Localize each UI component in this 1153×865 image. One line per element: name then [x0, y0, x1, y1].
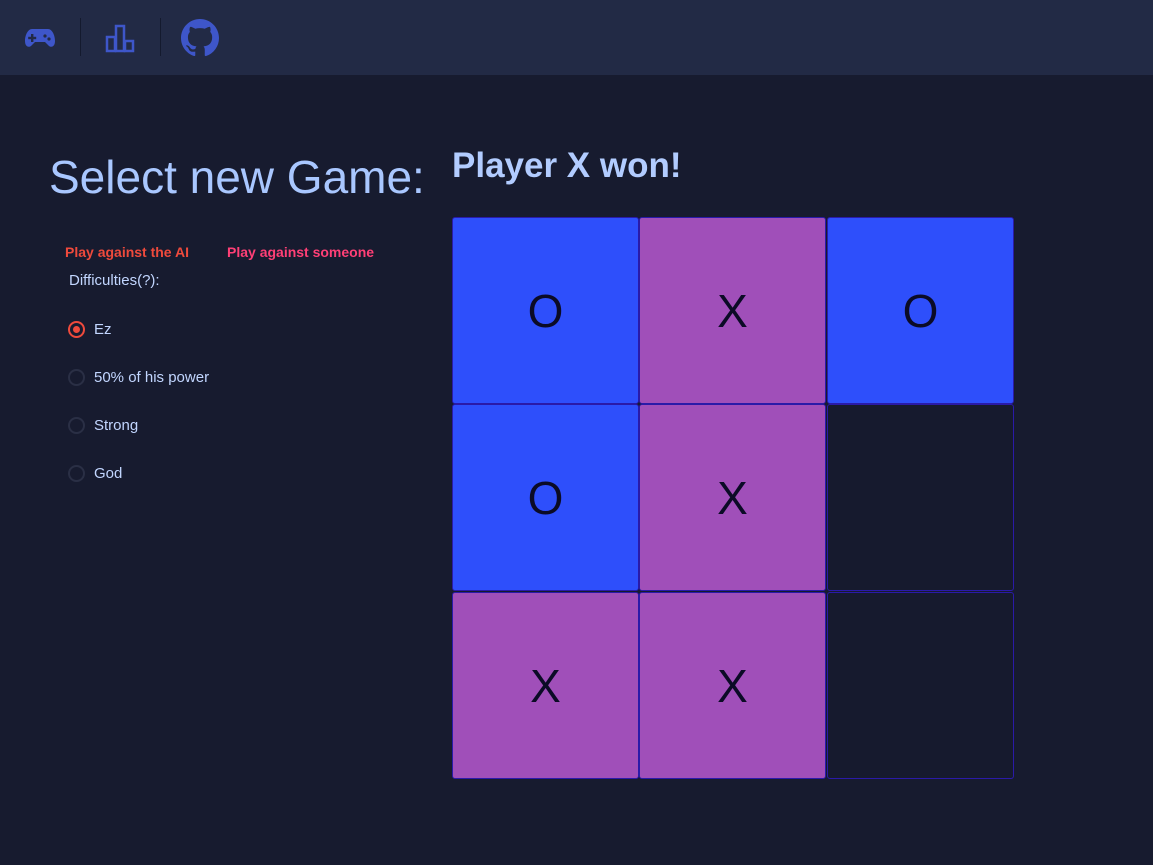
play-against-ai-link[interactable]: Play against the AI — [65, 244, 189, 260]
gamepad-icon[interactable] — [20, 18, 60, 58]
difficulty-option-ez[interactable]: Ez — [68, 318, 112, 340]
game-status: Player X won! — [452, 146, 682, 185]
board-cell[interactable]: O — [452, 217, 639, 404]
radio-button[interactable] — [68, 416, 85, 434]
nav-separator — [160, 18, 161, 56]
board-cell[interactable]: O — [827, 217, 1014, 404]
difficulties-label: Difficulties(?): — [69, 272, 160, 289]
difficulty-label: Ez — [94, 320, 112, 338]
board-cell[interactable] — [827, 592, 1014, 779]
difficulty-label: God — [94, 464, 123, 482]
difficulty-option-strong[interactable]: Strong — [68, 414, 138, 436]
game-board: O X O O X X X — [452, 217, 1014, 779]
nav-separator — [80, 18, 81, 56]
top-navbar — [0, 0, 1153, 75]
radio-button[interactable] — [68, 464, 85, 482]
board-cell[interactable]: X — [639, 217, 826, 404]
difficulty-option-god[interactable]: God — [68, 462, 122, 484]
difficulty-label: 50% of his power — [94, 368, 210, 386]
select-game-title: Select new Game: — [49, 151, 425, 203]
difficulty-option-50-percent[interactable]: 50% of his power — [68, 366, 209, 388]
board-cell[interactable]: X — [639, 404, 826, 591]
board-cell[interactable] — [827, 404, 1014, 591]
github-icon[interactable] — [180, 18, 220, 58]
board-cell[interactable]: X — [639, 592, 826, 779]
play-against-someone-link[interactable]: Play against someone — [227, 244, 374, 260]
difficulty-label: Strong — [94, 416, 139, 434]
radio-button[interactable] — [68, 320, 85, 338]
board-cell[interactable]: X — [452, 592, 639, 779]
leaderboard-icon[interactable] — [100, 18, 140, 58]
radio-button[interactable] — [68, 368, 85, 386]
board-cell[interactable]: O — [452, 404, 639, 591]
